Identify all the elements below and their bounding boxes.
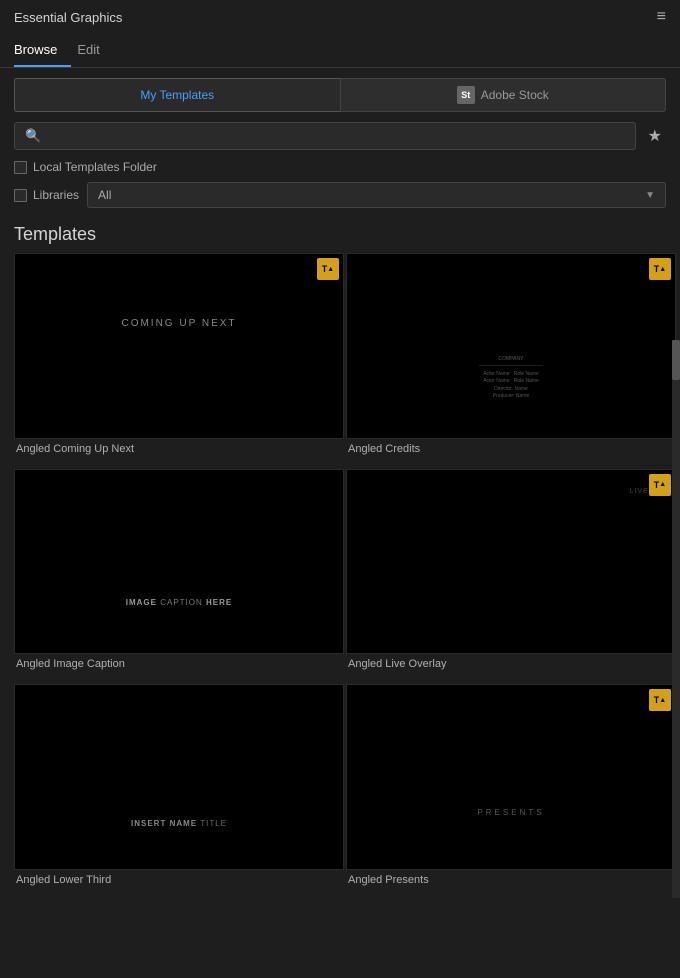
template-thumbnail: IMAGE CAPTION HERE: [14, 469, 344, 655]
template-badge: T▲: [649, 689, 671, 711]
template-item[interactable]: T▲ COMING UP NEXT Angled Coming Up Next: [14, 253, 344, 457]
favorites-button[interactable]: ★: [644, 122, 666, 150]
libraries-select-value: All: [98, 188, 111, 202]
tab-edit[interactable]: Edit: [77, 34, 113, 67]
libraries-label: Libraries: [33, 188, 79, 202]
thumb-label: PRESENTS: [477, 808, 544, 817]
header: Essential Graphics ≡: [0, 0, 680, 34]
template-thumbnail: T▲LIVE: [346, 469, 676, 655]
thumb-label: COMPANY──────────────────Actor Name Role…: [479, 356, 543, 401]
adobe-stock-icon: St: [457, 86, 475, 104]
template-item[interactable]: INSERT NAME TITLE Angled Lower Third: [14, 684, 344, 888]
template-badge: T▲: [317, 258, 339, 280]
template-item[interactable]: T▲ COMPANY──────────────────Actor Name Ro…: [346, 253, 676, 457]
template-name: Angled Coming Up Next: [14, 439, 344, 457]
thumb-label: INSERT NAME TITLE: [131, 819, 227, 828]
template-name: Angled Lower Third: [14, 870, 344, 888]
local-templates-checkbox-label[interactable]: Local Templates Folder: [14, 160, 157, 174]
local-templates-checkbox[interactable]: [14, 161, 27, 174]
template-thumbnail: T▲ COMING UP NEXT: [14, 253, 344, 439]
template-thumbnail: T▲ PRESENTS: [346, 684, 676, 870]
template-item[interactable]: T▲LIVEAngled Live Overlay: [346, 469, 676, 673]
section-title: Templates: [0, 220, 680, 253]
templates-grid: T▲ COMING UP NEXT Angled Coming Up Next T▲ C…: [0, 253, 680, 898]
local-templates-filter: Local Templates Folder: [14, 160, 666, 174]
scrollbar-thumb[interactable]: [672, 340, 680, 380]
template-name: Angled Image Caption: [14, 654, 344, 672]
local-templates-label: Local Templates Folder: [33, 160, 157, 174]
search-input-wrap[interactable]: 🔍: [14, 122, 636, 150]
template-name: Angled Credits: [346, 439, 676, 457]
search-icon: 🔍: [25, 128, 41, 144]
search-bar: 🔍 ★: [14, 122, 666, 150]
template-badge: T▲: [649, 258, 671, 280]
tab-browse[interactable]: Browse: [14, 34, 71, 67]
adobe-stock-button[interactable]: St Adobe Stock: [340, 78, 667, 112]
template-name: Angled Presents: [346, 870, 676, 888]
libraries-filter: Libraries All ▼: [14, 182, 666, 208]
adobe-stock-label: Adobe Stock: [481, 88, 549, 102]
libraries-dropdown[interactable]: All ▼: [87, 182, 666, 208]
libraries-checkbox-label[interactable]: Libraries: [14, 188, 79, 202]
template-badge: T▲: [649, 474, 671, 496]
template-name: Angled Live Overlay: [346, 654, 676, 672]
my-templates-button[interactable]: My Templates: [14, 78, 340, 112]
search-input[interactable]: [47, 129, 624, 143]
template-item[interactable]: T▲ PRESENTS Angled Presents: [346, 684, 676, 888]
app-title: Essential Graphics: [14, 10, 122, 25]
source-toggle: My Templates St Adobe Stock: [14, 78, 666, 112]
template-thumbnail: INSERT NAME TITLE: [14, 684, 344, 870]
template-item[interactable]: IMAGE CAPTION HERE Angled Image Caption: [14, 469, 344, 673]
libraries-checkbox[interactable]: [14, 189, 27, 202]
menu-icon[interactable]: ≡: [657, 8, 666, 26]
tabs-bar: Browse Edit: [0, 34, 680, 68]
scrollbar-track[interactable]: [672, 340, 680, 898]
thumb-label: IMAGE CAPTION HERE: [126, 598, 232, 607]
template-thumbnail: T▲ COMPANY──────────────────Actor Name Ro…: [346, 253, 676, 439]
thumb-label: COMING UP NEXT: [121, 318, 236, 329]
chevron-down-icon: ▼: [645, 190, 655, 201]
thumb-label: LIVE: [630, 488, 649, 495]
